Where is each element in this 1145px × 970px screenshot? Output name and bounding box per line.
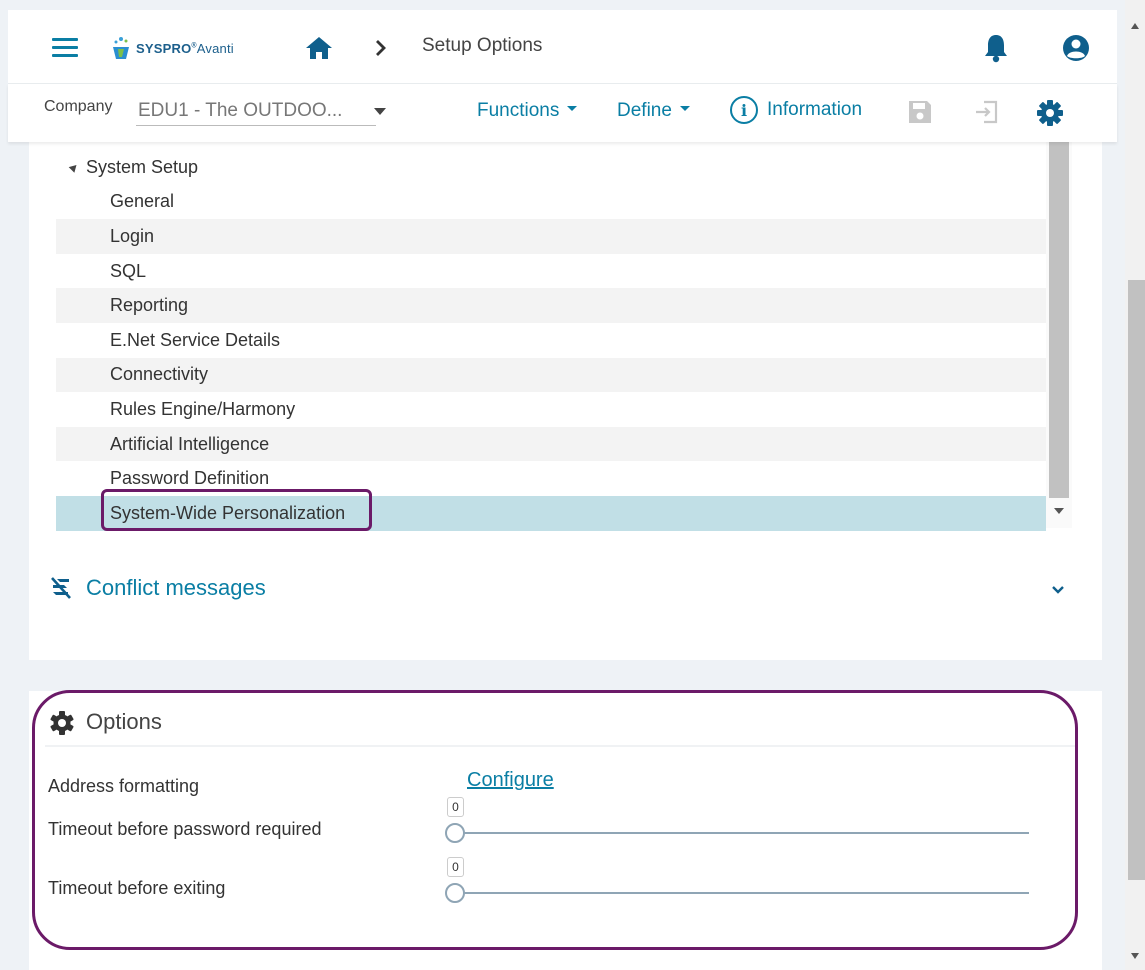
conflict-icon	[51, 577, 71, 599]
syspro-logo[interactable]: SYSPRO®Avanti	[110, 34, 234, 62]
scroll-up-arrow-icon[interactable]	[1131, 23, 1139, 29]
tree-item-label: General	[110, 191, 175, 212]
tree-scrollbar-thumb[interactable]	[1049, 142, 1069, 498]
timeout-password-slider[interactable]: 0	[445, 797, 1031, 849]
tree-item-label: E.Net Service Details	[110, 329, 281, 350]
info-icon: i	[730, 96, 758, 124]
user-account-icon[interactable]	[1059, 32, 1093, 64]
save-icon[interactable]	[906, 98, 934, 126]
conflict-messages-toggle[interactable]: Conflict messages	[48, 575, 266, 601]
caret-down-icon	[679, 106, 690, 112]
app-header: SYSPRO®Avanti Setup Options	[8, 10, 1117, 84]
tree-item-label: System-Wide Personalization	[110, 502, 346, 523]
tree-item-label: Password Definition	[110, 468, 270, 489]
chevron-down-icon[interactable]	[1050, 583, 1066, 597]
options-title: Options	[86, 709, 162, 734]
scroll-down-arrow-icon[interactable]	[1131, 953, 1139, 959]
chevron-right-icon	[376, 40, 386, 56]
define-label: Define	[617, 100, 672, 121]
tree-item-label: Artificial Intelligence	[110, 433, 270, 454]
tree-item-sql[interactable]: SQL	[56, 254, 1046, 289]
tree-item-connectivity[interactable]: Connectivity	[56, 357, 1046, 393]
company-label: Company	[44, 98, 113, 115]
tree-item-system-wide-personalization[interactable]: System-Wide Personalization	[56, 495, 1046, 531]
settings-icon[interactable]	[1035, 98, 1065, 128]
tree-item-label: Rules Engine/Harmony	[110, 398, 296, 419]
gear-icon	[50, 711, 74, 735]
options-header	[45, 697, 1075, 747]
tree-item-password-definition[interactable]: Password Definition	[56, 461, 1046, 496]
slider-handle[interactable]	[445, 823, 465, 843]
configure-link[interactable]: Configure	[467, 769, 554, 792]
tree-item-login[interactable]: Login	[56, 219, 1046, 254]
hamburger-menu-icon[interactable]	[52, 38, 78, 58]
page-scrollbar[interactable]	[1125, 0, 1145, 970]
expanded-triangle-icon	[68, 161, 80, 173]
slider-handle[interactable]	[445, 883, 465, 903]
information-label: Information	[767, 99, 863, 120]
tree-item-label: Reporting	[110, 295, 189, 316]
tree-item-general[interactable]: General	[56, 185, 1046, 220]
tree-item-enet-service-details[interactable]: E.Net Service Details	[56, 323, 1046, 358]
logo-subtext: Avanti	[196, 40, 234, 56]
timeout-exit-slider[interactable]: 0	[445, 857, 1031, 909]
tree-node-label: System Setup	[86, 156, 199, 177]
tree-item-artificial-intelligence[interactable]: Artificial Intelligence	[56, 426, 1046, 462]
setup-tree: System Setup General Login SQL Reporting…	[56, 150, 1046, 531]
slider-value: 0	[447, 857, 464, 877]
caret-down-icon	[374, 108, 386, 115]
page-scrollbar-thumb[interactable]	[1128, 280, 1145, 880]
functions-label: Functions	[477, 100, 560, 121]
slider-value: 0	[447, 797, 464, 817]
tree-item-label: Login	[110, 225, 155, 246]
toolbar: Company EDU1 - The OUTDOO... Functions D…	[8, 84, 1117, 142]
company-select[interactable]: EDU1 - The OUTDOO...	[136, 98, 386, 126]
define-menu[interactable]: Define	[617, 100, 690, 122]
timeout-exit-label: Timeout before exiting	[48, 878, 226, 898]
tree-item-rules-engine-harmony[interactable]: Rules Engine/Harmony	[56, 392, 1046, 427]
slider-track	[455, 832, 1029, 834]
logo-mark-icon	[113, 37, 129, 59]
logo-text: SYSPRO	[136, 40, 192, 56]
tree-item-label: Connectivity	[110, 364, 209, 385]
information-button[interactable]: i Information	[730, 96, 862, 124]
company-value: EDU1 - The OUTDOO...	[138, 100, 343, 121]
tree-item-reporting[interactable]: Reporting	[56, 288, 1046, 323]
page-title: Setup Options	[422, 35, 543, 56]
address-formatting-label: Address formatting	[48, 776, 200, 796]
scroll-down-arrow-icon[interactable]	[1054, 508, 1064, 514]
caret-down-icon	[567, 106, 578, 112]
conflict-messages-label: Conflict messages	[86, 575, 266, 600]
bell-icon[interactable]	[981, 32, 1011, 64]
exit-icon[interactable]	[972, 98, 1000, 126]
tree-item-label: SQL	[110, 260, 147, 281]
slider-track	[455, 892, 1029, 894]
functions-menu[interactable]: Functions	[477, 100, 578, 122]
tree-scrollbar[interactable]	[1046, 142, 1072, 528]
home-icon[interactable]	[304, 35, 334, 61]
timeout-password-label: Timeout before password required	[48, 819, 322, 839]
tree-node-system-setup[interactable]: System Setup	[56, 150, 1046, 185]
